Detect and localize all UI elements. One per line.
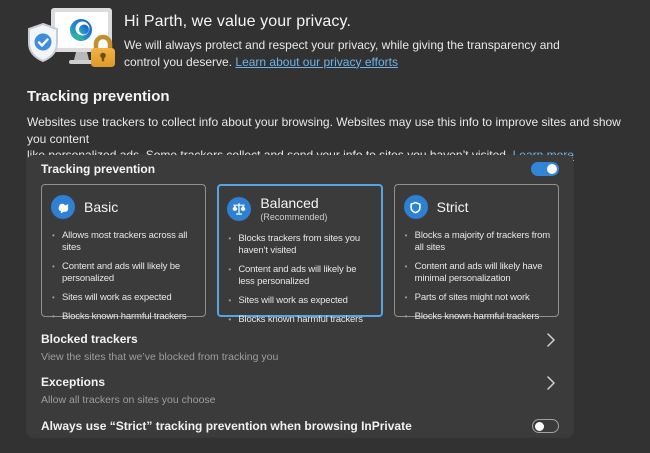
tracking-level-card-strict[interactable]: Strict Blocks a majority of trackers fro… [394,184,559,317]
bullet: Blocks a majority of trackers from all s… [404,230,551,254]
basic-card-bullets: Allows most trackers across all sites Co… [51,230,198,323]
tracking-prevention-toggle-label: Tracking prevention [41,162,155,176]
balanced-card-subtitle: (Recommended) [260,212,327,222]
inprivate-strict-toggle[interactable] [532,419,559,433]
blocked-trackers-subtitle: View the sites that we’ve blocked from t… [41,351,278,363]
strict-card-header: Strict [404,195,551,219]
basic-card-title: Basic [84,199,118,215]
shield-check-icon [29,24,57,61]
exceptions-label: Exceptions [41,375,216,389]
privacy-illustration [26,6,116,72]
balanced-card-header: Balanced (Recommended) [227,195,374,222]
privacy-efforts-link[interactable]: Learn about our privacy efforts [235,55,398,69]
blocked-trackers-row[interactable]: Blocked trackers View the sites that we’… [41,332,559,363]
tracking-prevention-toggle[interactable] [531,162,559,176]
tracking-prevention-panel: Tracking prevention Basic Allows most tr… [27,155,573,437]
bullet: Allows most trackers across all sites [51,230,198,254]
bullet: Parts of sites might not work [404,292,551,304]
edge-logo-icon [70,19,92,41]
bullet: Blocks known harmful trackers [404,311,551,323]
blocked-trackers-label: Blocked trackers [41,332,278,346]
bullet: Blocks known harmful trackers [227,314,374,326]
balanced-card-bullets: Blocks trackers from sites you haven’t v… [227,233,374,326]
hero-body: We will always protect and respect your … [124,37,560,70]
strict-card-bullets: Blocks a majority of trackers from all s… [404,230,551,323]
balance-scale-icon [227,197,251,221]
inprivate-strict-row: Always use “Strict” tracking prevention … [41,419,559,433]
tracker-bubble-icon [51,195,75,219]
bullet: Blocks known harmful trackers [51,311,198,323]
strict-card-title: Strict [437,199,469,215]
tracking-prevention-header-row: Tracking prevention [41,155,559,183]
chevron-right-icon [547,333,555,347]
balanced-card-title: Balanced [260,195,327,211]
shield-icon [404,195,428,219]
basic-card-header: Basic [51,195,198,219]
privacy-hero: Hi Parth, we value your privacy. We will… [26,6,560,72]
exceptions-row[interactable]: Exceptions Allow all trackers on sites y… [41,375,559,406]
tracking-level-card-balanced[interactable]: Balanced (Recommended) Blocks trackers f… [217,184,382,317]
bullet: Sites will work as expected [227,295,374,307]
tracking-level-card-basic[interactable]: Basic Allows most trackers across all si… [41,184,206,317]
hero-title: Hi Parth, we value your privacy. [124,13,560,31]
bullet: Content and ads will likely have minimal… [404,261,551,285]
bullet: Content and ads will likely be less pers… [227,264,374,288]
page-title: Tracking prevention [27,88,170,105]
bullet: Sites will work as expected [51,292,198,304]
bullet: Content and ads will likely be personali… [51,261,198,285]
exceptions-subtitle: Allow all trackers on sites you choose [41,394,216,406]
chevron-right-icon [547,376,555,390]
tracking-level-cards: Basic Allows most trackers across all si… [41,184,559,317]
inprivate-strict-label: Always use “Strict” tracking prevention … [41,419,412,433]
bullet: Blocks trackers from sites you haven’t v… [227,233,374,257]
